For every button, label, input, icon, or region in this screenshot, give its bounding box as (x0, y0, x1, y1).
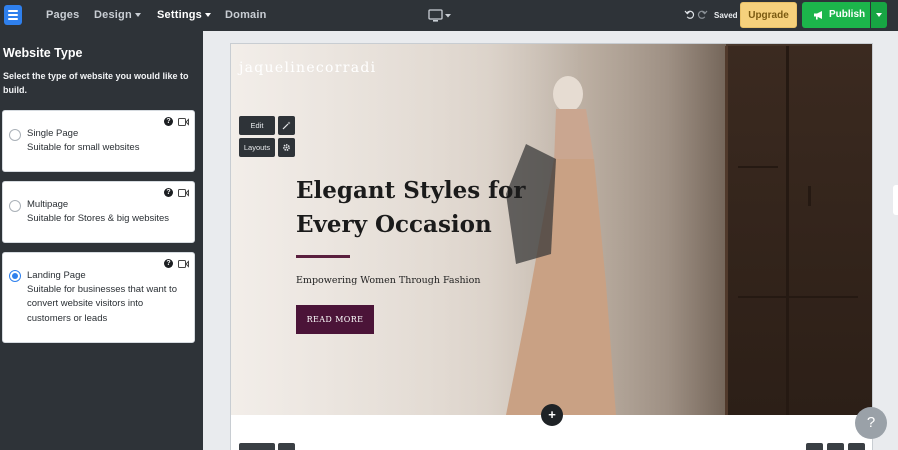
magic-wand-icon[interactable] (278, 116, 295, 135)
radio-multipage[interactable] (9, 200, 21, 212)
undo-icon[interactable] (684, 9, 695, 20)
option-title: Multipage (27, 199, 69, 210)
layouts-button[interactable]: Layouts (239, 138, 275, 157)
option-title: Landing Page (27, 270, 86, 281)
sidebar-title: Website Type (3, 46, 83, 60)
menu-logo-icon[interactable] (4, 5, 22, 25)
hero-title[interactable]: Elegant Styles for Every Occasion (296, 174, 556, 242)
section-toolbar-tab[interactable] (848, 443, 865, 450)
section-toolbar-tab[interactable] (806, 443, 823, 450)
radio-landing-page[interactable] (9, 270, 21, 282)
help-icon[interactable]: ? (164, 117, 173, 126)
section-toolbar-tab[interactable] (827, 443, 844, 450)
megaphone-icon (814, 11, 822, 20)
edit-section-button[interactable]: Edit (239, 116, 275, 135)
gear-icon[interactable] (278, 138, 295, 157)
nav-pages[interactable]: Pages (46, 0, 79, 31)
video-icon[interactable] (178, 189, 189, 197)
help-icon[interactable]: ? (164, 259, 173, 268)
nav-design[interactable]: Design (94, 0, 141, 31)
publish-label: Publish (829, 9, 866, 20)
help-icon[interactable]: ? (164, 188, 173, 197)
radio-single-page[interactable] (9, 129, 21, 141)
saved-status: Saved (714, 11, 738, 20)
option-subtitle: Suitable for businesses that want to con… (27, 284, 177, 324)
option-landing-page[interactable]: Landing Page Suitable for businesses tha… (2, 252, 195, 343)
option-multipage[interactable]: Multipage Suitable for Stores & big webs… (2, 181, 195, 243)
hero-divider (296, 255, 350, 258)
chevron-down-icon (876, 13, 882, 17)
option-title: Single Page (27, 128, 79, 139)
publish-options-button[interactable] (871, 2, 887, 28)
publish-button[interactable]: Publish (802, 2, 870, 28)
nav-settings[interactable]: Settings (157, 0, 211, 31)
read-more-button[interactable]: READ MORE (296, 305, 374, 334)
upgrade-button[interactable]: Upgrade (740, 2, 797, 28)
video-icon[interactable] (178, 260, 189, 268)
add-section-button[interactable]: + (541, 404, 563, 426)
section-toolbar-tab[interactable] (239, 443, 275, 450)
sidebar-description: Select the type of website you would lik… (3, 71, 189, 95)
video-icon[interactable] (178, 118, 189, 126)
desktop-icon[interactable] (428, 9, 452, 23)
section-toolbar-tab[interactable] (278, 443, 295, 450)
hero-background (725, 46, 872, 415)
option-subtitle: Suitable for Stores & big websites (27, 213, 170, 224)
help-chat-button[interactable]: ? (855, 407, 887, 439)
nav-domain[interactable]: Domain (225, 0, 267, 31)
option-single-page[interactable]: Single Page Suitable for small websites … (2, 110, 195, 172)
panel-handle[interactable] (893, 185, 898, 215)
top-bar: Pages Design Settings Domain Saved Upgra… (0, 0, 898, 31)
chevron-down-icon (205, 13, 211, 18)
sidebar: Website Type Select the type of website … (0, 31, 203, 450)
redo-icon[interactable] (697, 9, 708, 20)
hero-subtitle[interactable]: Empowering Women Through Fashion (296, 275, 480, 286)
option-subtitle: Suitable for small websites (27, 142, 140, 153)
nav-design-label: Design (94, 9, 132, 21)
site-brand-logo[interactable]: jaquelinecorradi (239, 60, 376, 76)
nav-settings-label: Settings (157, 9, 202, 21)
chevron-down-icon (134, 13, 141, 18)
